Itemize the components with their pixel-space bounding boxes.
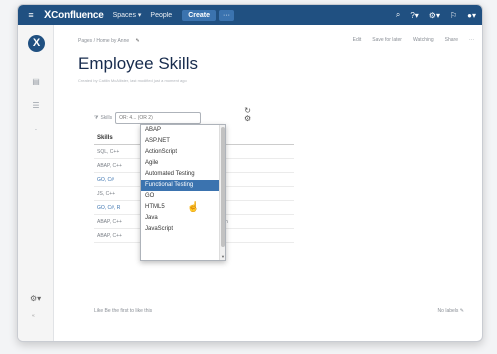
dropdown-option[interactable]: Automated Testing xyxy=(141,169,225,180)
table-settings-gear-icon[interactable]: ⚙ xyxy=(244,115,251,123)
dropdown-option[interactable]: HTML5 xyxy=(141,202,225,213)
create-button[interactable]: Create xyxy=(182,9,216,21)
dropdown-option[interactable]: ActionScript xyxy=(141,147,225,158)
topbar-right-tools: ⌕ ?▾ ⚙▾ ⚐ ●▾ xyxy=(386,10,476,20)
space-sidebar: X ▤ ☰ · ⚙▾ « xyxy=(18,25,54,341)
pencil-icon[interactable]: ✎ xyxy=(136,38,140,44)
filter-label: Skills xyxy=(100,115,113,121)
labels-text: No labels xyxy=(437,308,459,314)
labels-section: No labels ✎ xyxy=(438,308,464,314)
page-title: Employee Skills xyxy=(78,54,198,73)
notifications-icon[interactable]: ⚐ xyxy=(450,11,457,20)
confluence-logo[interactable]: XConfluence xyxy=(44,9,104,21)
scroll-down-arrow-icon[interactable]: ▼ xyxy=(220,254,225,259)
space-logo-icon[interactable]: X xyxy=(28,35,45,52)
breadcrumb-text[interactable]: Pages / Home by Anne xyxy=(78,38,129,44)
edit-button[interactable]: Edit xyxy=(353,37,362,43)
skills-dropdown-list[interactable]: ABAP ASP.NET ActionScript Agile Automate… xyxy=(140,124,226,261)
save-for-later-button[interactable]: Save for later xyxy=(372,37,402,43)
edit-labels-icon[interactable]: ✎ xyxy=(460,308,464,314)
app-switcher-icon[interactable]: ≡ xyxy=(24,10,38,20)
filter-icon: ⧩ xyxy=(94,115,99,121)
dropdown-option[interactable]: ASP.NET xyxy=(141,136,225,147)
scrollbar-thumb[interactable] xyxy=(221,127,225,247)
page-actions: Edit Save for later Watching Share ··· xyxy=(342,37,474,43)
dropdown-option[interactable]: Java xyxy=(141,213,225,224)
table-filter-bar: ⧩ Skills OR: 4... (OR 2) xyxy=(94,112,202,124)
collapse-sidebar-icon[interactable]: « xyxy=(32,313,35,319)
watching-button[interactable]: Watching xyxy=(413,37,434,43)
search-icon[interactable]: ⌕ xyxy=(396,10,400,20)
nav-people-link[interactable]: People xyxy=(150,12,172,19)
page-byline: Created by Caitlin McAllister, last modi… xyxy=(78,78,187,83)
create-more-button[interactable]: ··· xyxy=(219,9,234,21)
pages-icon[interactable]: ▤ xyxy=(31,77,41,86)
like-bar[interactable]: Like Be the first to like this xyxy=(94,308,152,314)
confluence-logo-text: Confluence xyxy=(51,10,104,21)
hand-cursor-icon: ☝ xyxy=(187,202,200,213)
dropdown-option[interactable]: Agile xyxy=(141,158,225,169)
help-icon[interactable]: ?▾ xyxy=(410,11,418,20)
space-settings-gear-icon[interactable]: ⚙▾ xyxy=(30,294,41,303)
dropdown-option[interactable]: GO xyxy=(141,191,225,202)
nav-spaces-menu[interactable]: Spaces ▾ xyxy=(113,11,142,19)
app-window: ≡ XConfluence Spaces ▾ People Create ···… xyxy=(17,4,483,342)
settings-gear-icon[interactable]: ⚙▾ xyxy=(429,11,440,20)
more-actions-button[interactable]: ··· xyxy=(469,37,474,43)
breadcrumb: Pages / Home by Anne ✎ xyxy=(78,38,140,44)
table-tools: ↻ ⚙ xyxy=(244,107,251,123)
blog-icon[interactable]: ☰ xyxy=(31,101,41,110)
skills-filter-select[interactable]: OR: 4... (OR 2) xyxy=(115,112,202,124)
top-navigation-bar: ≡ XConfluence Spaces ▾ People Create ···… xyxy=(18,5,482,25)
dropdown-option[interactable]: JavaScript xyxy=(141,224,225,235)
dropdown-option[interactable]: ABAP xyxy=(141,125,225,136)
share-button[interactable]: Share xyxy=(445,37,458,43)
page-content: Pages / Home by Anne ✎ Edit Save for lat… xyxy=(54,25,482,341)
dropdown-option-highlighted[interactable]: Functional Testing xyxy=(141,180,225,191)
user-avatar-icon[interactable]: ●▾ xyxy=(467,11,476,20)
shortcut-icon[interactable]: · xyxy=(31,125,41,134)
dropdown-scrollbar[interactable]: ▼ xyxy=(219,125,225,260)
